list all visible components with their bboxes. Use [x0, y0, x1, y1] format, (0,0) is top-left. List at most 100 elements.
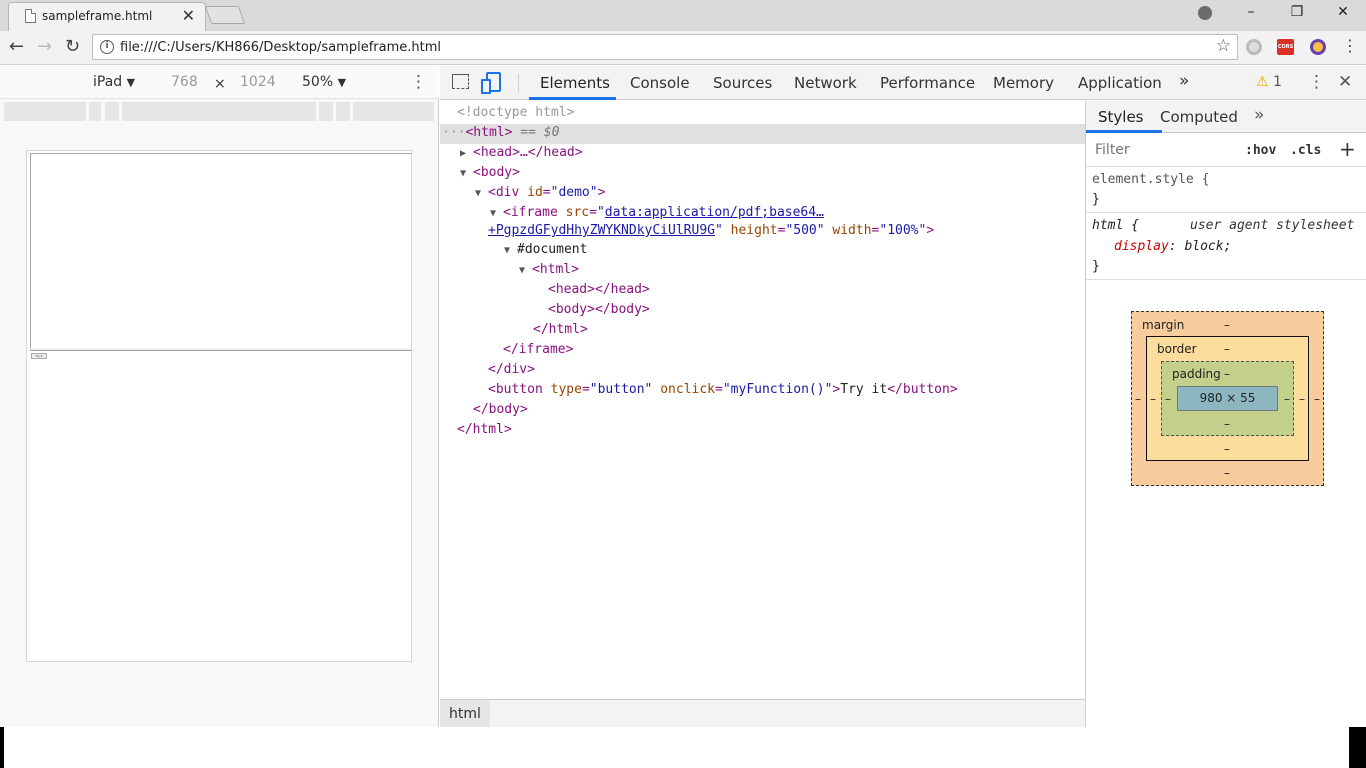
- margin-top-value[interactable]: –: [1224, 318, 1230, 332]
- iframe-src-link-cont[interactable]: +PgpzdGFydHhyZWYKNDkyCiUlRU9G: [488, 223, 715, 238]
- chrome-menu-icon[interactable]: ⋮: [1342, 36, 1358, 55]
- iframe-src-link[interactable]: data:application/pdf;base64…: [605, 205, 824, 220]
- devtools-menu-icon[interactable]: ⋮: [1308, 72, 1325, 92]
- device-menu-icon[interactable]: ⋮: [410, 72, 427, 92]
- profile-icon[interactable]: [1198, 6, 1212, 20]
- forward-arrow-icon[interactable]: →: [37, 36, 52, 57]
- box-model-border[interactable]: border – – – – padding – – – – 980 × 55: [1146, 336, 1309, 461]
- warning-icon[interactable]: ⚠: [1256, 74, 1269, 90]
- media-query-bar[interactable]: [4, 102, 434, 121]
- collapse-triangle-icon[interactable]: ▼: [519, 262, 532, 280]
- bookmark-star-icon[interactable]: ☆: [1216, 36, 1231, 56]
- try-it-button[interactable]: Try it: [31, 353, 47, 359]
- dom-body-close[interactable]: </body>: [473, 401, 528, 419]
- box-model-padding[interactable]: padding – – – – 980 × 55: [1161, 361, 1294, 436]
- moon-extension-icon[interactable]: [1310, 39, 1326, 55]
- minimize-icon[interactable]: –: [1236, 4, 1266, 20]
- border-right-value[interactable]: –: [1299, 392, 1305, 406]
- dom-button-node[interactable]: <button type="button" onclick="myFunctio…: [488, 381, 958, 399]
- close-tab-icon[interactable]: ✕: [182, 6, 195, 25]
- dom-doctype[interactable]: <!doctype html>: [457, 104, 574, 122]
- device-emulation-pane: iPad ▼ 768 × 1024 50% ▼ ⋮ Try it: [0, 66, 439, 727]
- expand-triangle-icon[interactable]: ▶: [460, 145, 473, 163]
- margin-left-value[interactable]: –: [1135, 392, 1141, 406]
- dom-inner-head-node[interactable]: <head></head>: [548, 281, 650, 299]
- emulated-viewport[interactable]: Try it: [26, 150, 412, 662]
- padding-left-value[interactable]: –: [1165, 392, 1171, 406]
- more-tabs-icon[interactable]: »: [1254, 105, 1264, 125]
- device-height-input[interactable]: 1024: [240, 74, 276, 90]
- ellipsis-icon[interactable]: ···: [442, 125, 465, 140]
- toggle-device-icon[interactable]: [481, 72, 501, 94]
- box-model-content[interactable]: 980 × 55: [1177, 386, 1278, 411]
- dom-div-close[interactable]: </div>: [488, 361, 535, 379]
- dom-iframe-node-cont[interactable]: +PgpzdGFydHhyZWYKNDkyCiUlRU9G" height="5…: [488, 222, 934, 240]
- warning-count[interactable]: 1: [1273, 74, 1282, 90]
- zoom-select[interactable]: 50% ▼: [302, 74, 346, 90]
- hover-state-toggle[interactable]: :hov: [1245, 143, 1276, 158]
- tab-memory[interactable]: Memory: [993, 74, 1054, 92]
- back-arrow-icon[interactable]: ←: [9, 36, 24, 57]
- inspect-element-icon[interactable]: [452, 74, 469, 89]
- css-value: block;: [1184, 239, 1232, 254]
- tab-sources[interactable]: Sources: [713, 74, 772, 92]
- dom-iframe-node[interactable]: ▼ <iframe src="data:application/pdf;base6…: [490, 204, 824, 222]
- dom-div-node[interactable]: ▼ <div id="demo">: [475, 184, 605, 202]
- dom-body-node[interactable]: ▼ <body>: [460, 164, 520, 182]
- button-type-attr: type: [550, 382, 582, 397]
- more-tabs-icon[interactable]: »: [1179, 71, 1189, 91]
- border-top-value[interactable]: –: [1224, 342, 1230, 356]
- padding-right-value[interactable]: –: [1284, 392, 1290, 406]
- dom-inner-html-close[interactable]: </html>: [533, 321, 588, 339]
- tab-computed[interactable]: Computed: [1160, 108, 1238, 126]
- collapse-triangle-icon[interactable]: ▼: [504, 242, 517, 260]
- breadcrumb[interactable]: html: [440, 700, 490, 727]
- dom-inner-body-node[interactable]: <body></body>: [548, 301, 650, 319]
- info-icon[interactable]: i: [100, 40, 114, 54]
- tab-styles[interactable]: Styles: [1098, 108, 1144, 126]
- add-rule-icon[interactable]: +: [1339, 137, 1356, 161]
- html-open-tag: <html>: [465, 125, 513, 140]
- border-bottom-value[interactable]: –: [1224, 442, 1230, 456]
- iframe-width-attr: width: [832, 223, 872, 238]
- device-width-input[interactable]: 768: [171, 74, 198, 90]
- tab-application[interactable]: Application: [1078, 74, 1162, 92]
- user-agent-rule[interactable]: html { user agent stylesheet display: bl…: [1086, 214, 1366, 280]
- tab-console[interactable]: Console: [630, 74, 690, 92]
- tab-elements[interactable]: Elements: [540, 74, 610, 92]
- styles-tab-bar: Styles Computed »: [1086, 101, 1366, 133]
- padding-label: padding: [1172, 367, 1221, 381]
- class-toggle[interactable]: .cls: [1290, 143, 1321, 158]
- tab-network[interactable]: Network: [794, 74, 857, 92]
- device-select[interactable]: iPad ▼: [93, 74, 135, 90]
- browser-tab[interactable]: sampleframe.html ✕: [8, 2, 206, 31]
- border-left-value[interactable]: –: [1150, 392, 1156, 406]
- new-tab-button[interactable]: [204, 6, 246, 24]
- dom-document-node[interactable]: ▼ #document: [504, 241, 587, 259]
- dom-head-node[interactable]: ▶ <head>…</head>: [460, 144, 583, 162]
- padding-bottom-value[interactable]: –: [1224, 417, 1230, 431]
- dom-html-node[interactable]: ···<html> == $0: [442, 124, 559, 142]
- filter-input[interactable]: [1090, 138, 1232, 162]
- collapse-triangle-icon[interactable]: ▼: [460, 165, 473, 183]
- address-bar[interactable]: i file:///C:/Users/KH866/Desktop/samplef…: [92, 34, 1238, 60]
- dom-html-close[interactable]: </html>: [457, 421, 512, 439]
- cors-extension-icon[interactable]: CORS: [1277, 39, 1294, 55]
- collapse-triangle-icon[interactable]: ▼: [490, 205, 503, 223]
- dom-inner-html-node[interactable]: ▼ <html>: [519, 261, 579, 279]
- restore-icon[interactable]: ❐: [1282, 4, 1312, 20]
- box-model-margin[interactable]: margin – – – – border – – – – padding – …: [1131, 311, 1324, 486]
- collapse-triangle-icon[interactable]: ▼: [475, 185, 488, 203]
- margin-right-value[interactable]: –: [1314, 392, 1320, 406]
- reload-icon[interactable]: ↻: [65, 36, 80, 57]
- margin-bottom-value[interactable]: –: [1224, 466, 1230, 480]
- tab-performance[interactable]: Performance: [880, 74, 975, 92]
- element-style-rule[interactable]: element.style { }: [1086, 168, 1366, 213]
- active-tab-indicator: [529, 97, 616, 100]
- extension-circle-icon[interactable]: [1246, 39, 1262, 55]
- url-text[interactable]: file:///C:/Users/KH866/Desktop/samplefra…: [120, 40, 441, 55]
- window-close-icon[interactable]: ✕: [1328, 4, 1358, 20]
- dom-iframe-close[interactable]: </iframe>: [503, 341, 573, 359]
- devtools-close-icon[interactable]: ✕: [1338, 72, 1352, 92]
- padding-top-value[interactable]: –: [1224, 367, 1230, 381]
